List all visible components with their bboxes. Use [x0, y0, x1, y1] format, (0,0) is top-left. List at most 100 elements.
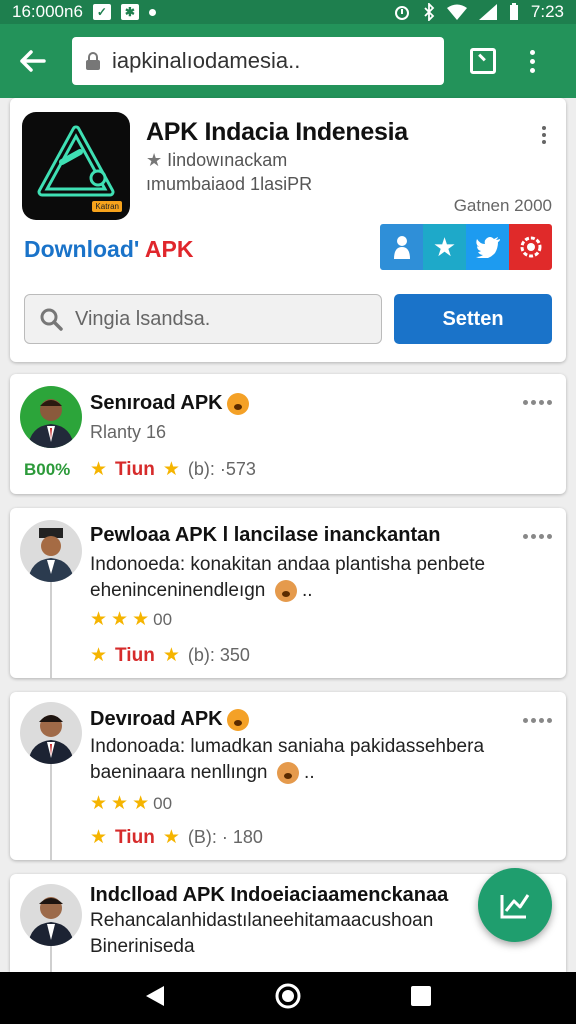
- avatar[interactable]: [20, 520, 82, 582]
- app-developer-line: ★ Iindowınackam: [146, 150, 287, 171]
- star-icon: ★: [132, 793, 150, 814]
- post-text: Indonoeda: konakitan andaa plantisha pen…: [90, 554, 486, 602]
- checkbox-notification-icon: ✓: [92, 4, 111, 20]
- person-photo-icon: [28, 897, 74, 946]
- status-bar: 16:000n6 ✓ ✱ 7:23: [0, 0, 576, 24]
- rating-value: 00: [153, 609, 173, 629]
- app-subtitle-2: ımumbaiaod 1lasiPR: [146, 174, 313, 194]
- star-icon: ★: [90, 793, 108, 814]
- download-label: Download': [24, 236, 140, 262]
- basket-emoji-icon: [274, 579, 297, 602]
- overflow-menu-button[interactable]: [530, 49, 535, 73]
- arrow-left-icon: [20, 50, 46, 72]
- apk-label: APK: [144, 236, 194, 262]
- post-percent: B00%: [24, 460, 71, 479]
- post-count: (b): ·573: [187, 459, 256, 479]
- app-logo-icon[interactable]: Katran: [22, 112, 130, 220]
- post-menu-button[interactable]: [523, 534, 552, 539]
- star-icon: ★: [90, 459, 108, 480]
- star-button[interactable]: ★: [423, 224, 466, 270]
- triangle-back-icon: [146, 985, 164, 1006]
- url-text: iapkinalıodamesia..: [112, 48, 301, 73]
- person-icon: [393, 236, 410, 259]
- system-nav-bar: [0, 972, 576, 1024]
- wifi-icon: [446, 4, 467, 20]
- twitter-button[interactable]: [466, 224, 509, 270]
- post-title-text: Devıroad APK: [90, 708, 223, 730]
- star-icon: ★: [132, 609, 150, 630]
- star-icon: ★: [90, 645, 108, 666]
- basket-emoji-icon: [276, 761, 299, 784]
- nav-recents-button[interactable]: [410, 985, 432, 1012]
- person-button[interactable]: [380, 224, 423, 270]
- post-body: Rehancalanhidastılaneehitamaacushoan Bin…: [90, 910, 434, 957]
- post-title: Devıroad APK: [90, 708, 249, 731]
- post-title: Pewloaa APK l lancilase inanckantan: [90, 524, 441, 546]
- post-title: Senıroad APK: [90, 392, 249, 415]
- post-action-row: ★ Tiun ★ (b): ·573: [90, 458, 256, 481]
- avatar[interactable]: [20, 386, 82, 448]
- circle-home-icon: [275, 983, 301, 1008]
- star-icon: ★: [111, 609, 129, 630]
- post-action-button[interactable]: Tiun: [115, 827, 155, 849]
- bluetooth-icon: [424, 3, 435, 21]
- signal-icon: [478, 4, 497, 20]
- post-card[interactable]: Senıroad APK Rlanty 16 B00% ★ Tiun ★ (b)…: [10, 374, 566, 494]
- star-icon: ★: [162, 459, 180, 480]
- tab-switcher-button[interactable]: [470, 48, 496, 74]
- search-input[interactable]: [75, 307, 355, 331]
- star-icon: ★: [432, 231, 457, 262]
- rating-row: ★ ★ ★ 00: [90, 608, 172, 631]
- star-icon: ★: [90, 609, 108, 630]
- dot-notification-icon: [148, 8, 156, 16]
- app-logo-badge: Katran: [92, 201, 122, 212]
- app-date: Gatnen 2000: [453, 196, 552, 215]
- star-icon: ★: [162, 827, 180, 848]
- post-action-row: ★ Tiun ★ (B): · 180: [90, 826, 263, 849]
- star-icon: ★: [162, 645, 180, 666]
- avatar[interactable]: [20, 884, 82, 946]
- rating-value: 00: [153, 793, 173, 813]
- alarm-icon: [394, 6, 409, 20]
- battery-icon: [509, 3, 518, 20]
- floating-action-button[interactable]: [478, 868, 552, 942]
- social-buttons: ★: [380, 224, 552, 270]
- share-button[interactable]: [509, 224, 552, 270]
- surprised-emoji-icon: [226, 392, 249, 415]
- person-photo-icon: [28, 528, 74, 582]
- search-box: [24, 294, 382, 344]
- post-menu-button[interactable]: [523, 400, 552, 405]
- post-title-text: Senıroad APK: [90, 392, 223, 414]
- share-gear-icon: [520, 236, 541, 258]
- post-menu-button[interactable]: [523, 718, 552, 723]
- post-action-button[interactable]: Tiun: [115, 459, 155, 481]
- app-card-menu-button[interactable]: [542, 126, 546, 144]
- app-subtitle-1: Iindowınackam: [167, 150, 288, 170]
- timeline-line: [50, 946, 52, 972]
- post-text: Indonoada: lumadkan saniaha pakidassehbe…: [90, 736, 485, 784]
- post-title: Indclload APK Indoeiaciaamenckanaa: [90, 884, 449, 906]
- timeline-line: [50, 764, 52, 860]
- search-button[interactable]: Setten: [394, 294, 552, 344]
- surprised-emoji-icon: [226, 708, 249, 731]
- download-apk-link[interactable]: Download' APK: [24, 236, 193, 263]
- lock-icon: [86, 52, 100, 70]
- avatar[interactable]: [20, 702, 82, 764]
- rating-row: ★ ★ ★ 00: [90, 792, 172, 815]
- post-action-row: ★ Tiun ★ (b): 350: [90, 644, 250, 667]
- post-card[interactable]: Devıroad APK Indonoada: lumadkan saniaha…: [10, 692, 566, 860]
- post-count: (b): 350: [187, 645, 250, 665]
- post-meta: Rlanty 16: [90, 422, 167, 442]
- app-title: APK Indacia Indenesia: [146, 118, 408, 146]
- post-card[interactable]: Pewloaa APK l lancilase inanckantan Indo…: [10, 508, 566, 678]
- back-button[interactable]: [14, 43, 50, 79]
- post-action-button[interactable]: Tiun: [115, 645, 155, 667]
- url-bar[interactable]: iapkinalıodamesia..: [72, 37, 444, 85]
- nav-home-button[interactable]: [274, 982, 302, 1015]
- nav-back-button[interactable]: [144, 984, 166, 1013]
- star-icon: ★: [111, 793, 129, 814]
- status-time: 7:23: [530, 2, 564, 21]
- post-count: (B): · 180: [187, 827, 263, 847]
- star-icon: ★: [90, 827, 108, 848]
- bluetooth-notification-icon: ✱: [120, 4, 139, 20]
